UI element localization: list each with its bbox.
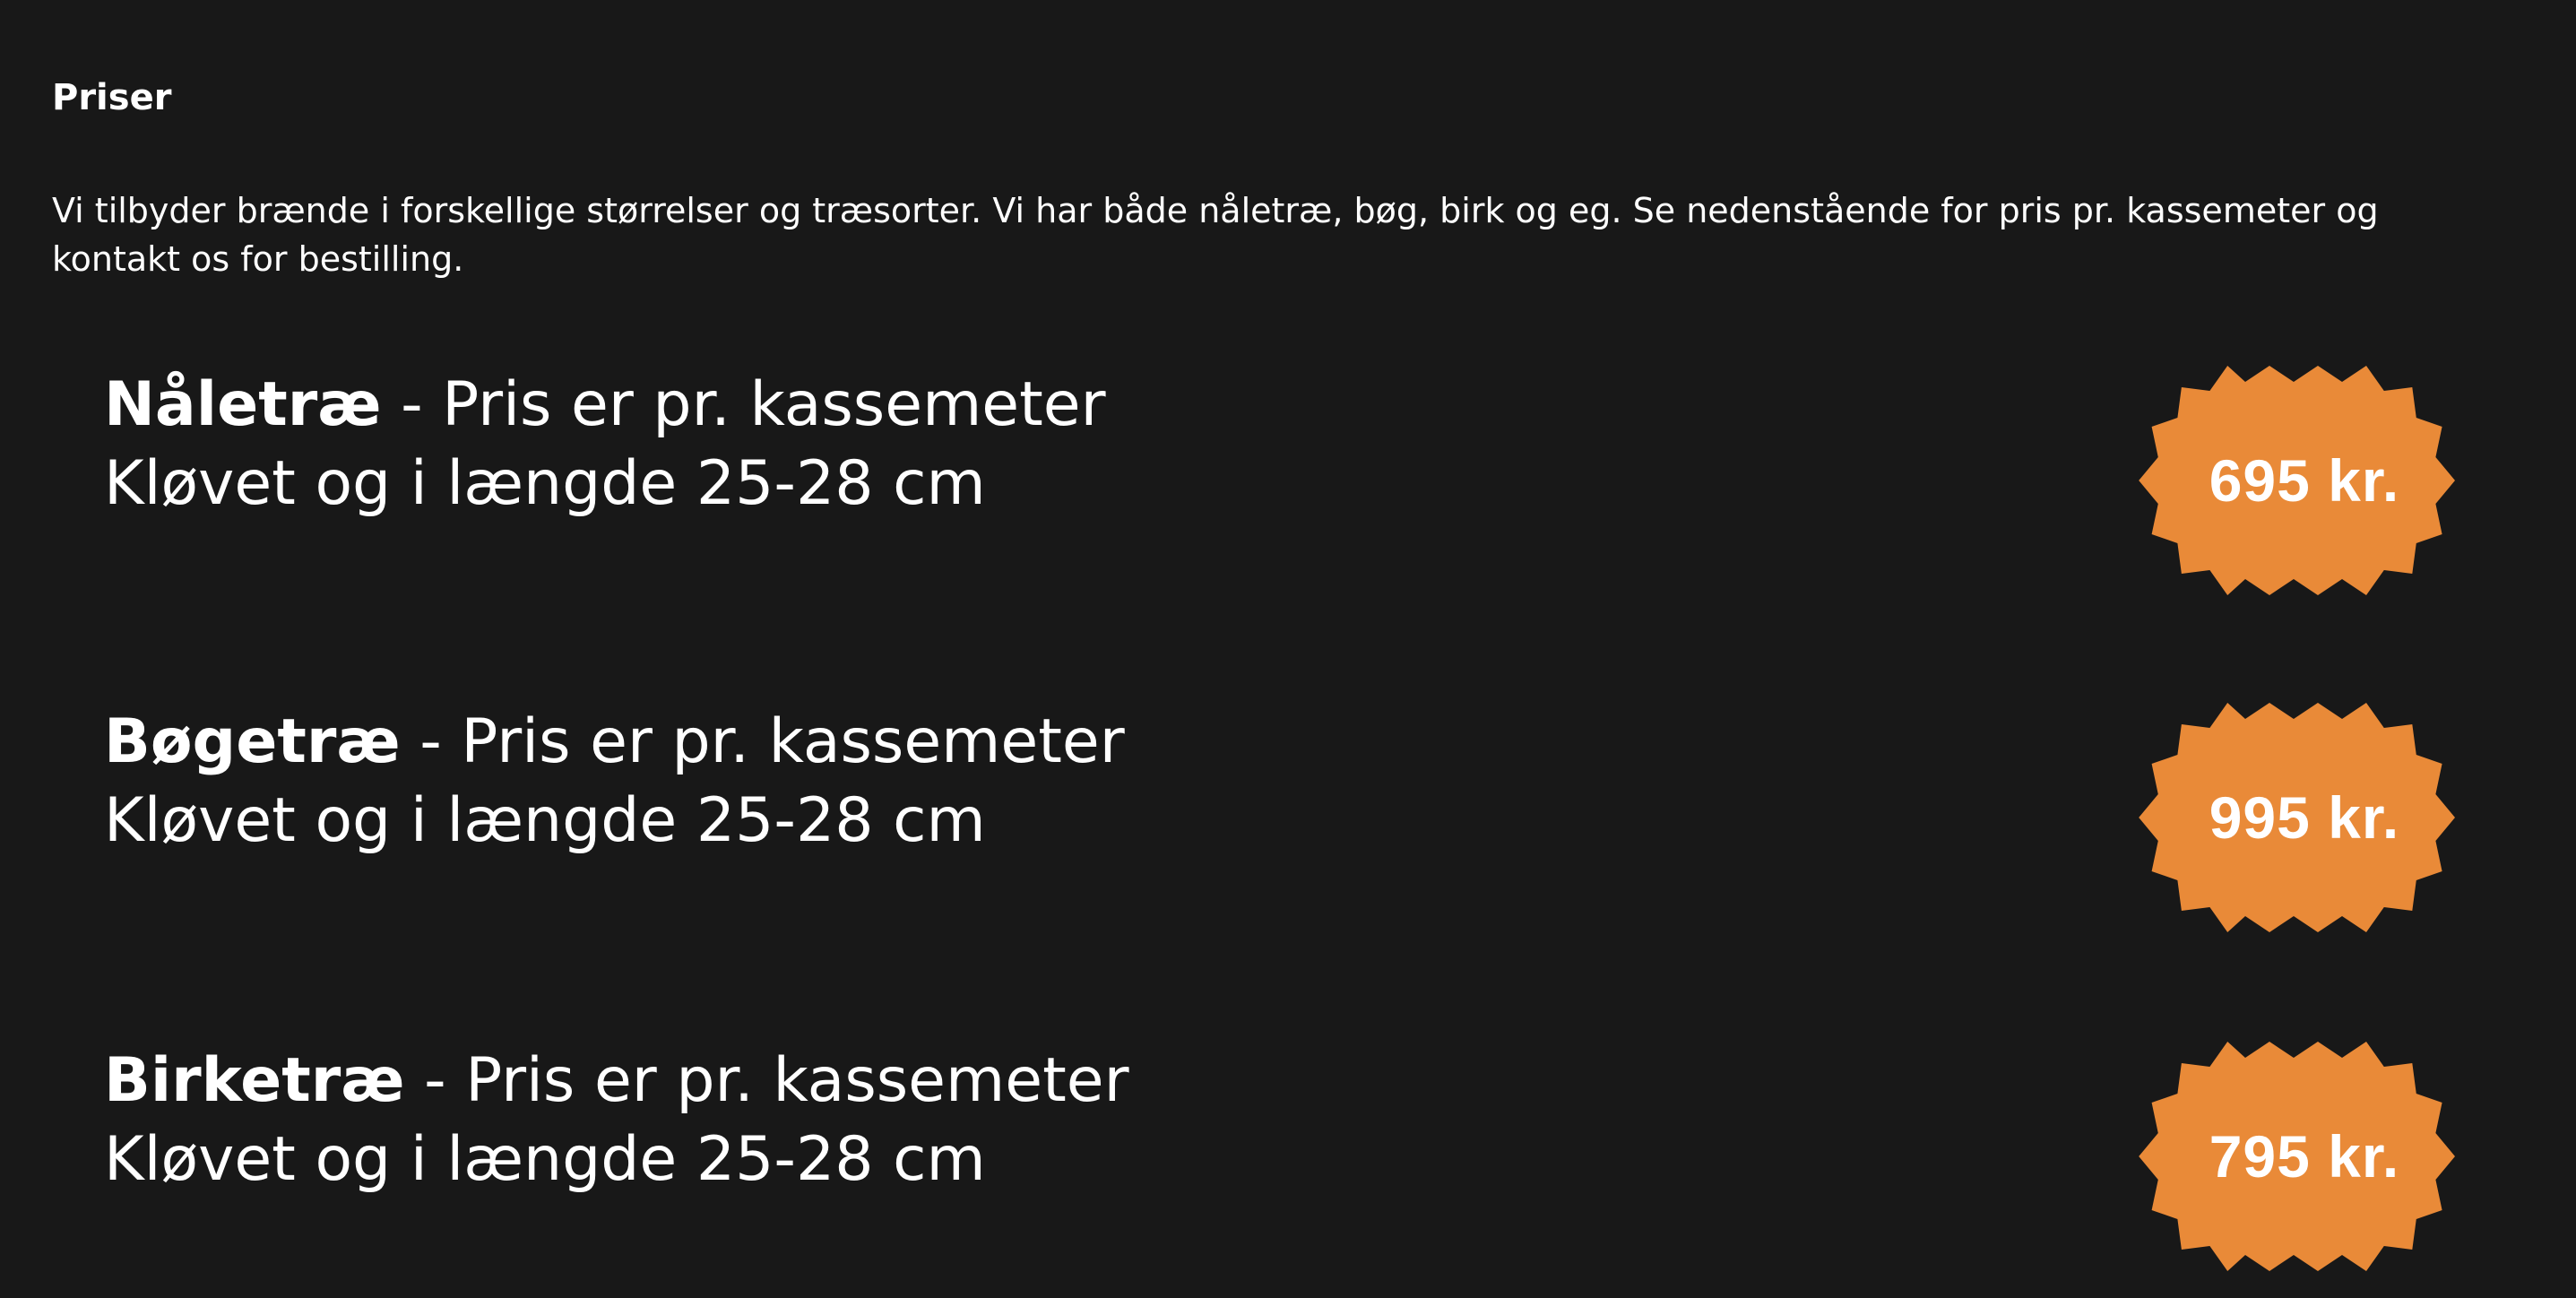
product-unit-text: - Pris er pr. kassemeter: [404, 1045, 1129, 1116]
product-unit-text: - Pris er pr. kassemeter: [381, 369, 1106, 440]
product-description: Bøgetræ - Pris er pr. kassemeter Kløvet …: [104, 703, 1807, 861]
intro-text: Vi tilbyder brænde i forskellige størrel…: [52, 191, 2379, 279]
product-detail: Kløvet og i længde 25-28 cm: [104, 448, 986, 519]
price-row-birketrae: Birketræ - Pris er pr. kassemeter Kløvet…: [0, 1042, 2576, 1275]
product-detail: Kløvet og i længde 25-28 cm: [104, 1124, 986, 1195]
price-value: 995 kr.: [2209, 784, 2400, 851]
price-row-naaletrae: Nåletræ - Pris er pr. kassemeter Kløvet …: [0, 366, 2576, 599]
product-heading-line: Nåletræ - Pris er pr. kassemeter: [104, 366, 1807, 445]
price-badge: 995 kr.: [2139, 703, 2470, 932]
section-title: Priser: [52, 77, 172, 119]
price-value: 695 kr.: [2209, 447, 2400, 514]
product-description: Birketræ - Pris er pr. kassemeter Kløvet…: [104, 1042, 1807, 1199]
product-name: Birketræ: [104, 1045, 405, 1116]
price-badge: 795 kr.: [2139, 1042, 2470, 1271]
price-value: 795 kr.: [2209, 1123, 2400, 1190]
product-description: Nåletræ - Pris er pr. kassemeter Kløvet …: [104, 366, 1807, 524]
product-name: Bøgetræ: [104, 706, 401, 777]
product-heading-line: Birketræ - Pris er pr. kassemeter: [104, 1042, 1807, 1121]
price-badge: 695 kr.: [2139, 366, 2470, 595]
product-unit-text: - Pris er pr. kassemeter: [400, 706, 1125, 777]
product-detail: Kløvet og i længde 25-28 cm: [104, 785, 986, 856]
price-row-boegetrae: Bøgetræ - Pris er pr. kassemeter Kløvet …: [0, 703, 2576, 936]
product-heading-line: Bøgetræ - Pris er pr. kassemeter: [104, 703, 1807, 782]
product-name: Nåletræ: [104, 369, 382, 440]
